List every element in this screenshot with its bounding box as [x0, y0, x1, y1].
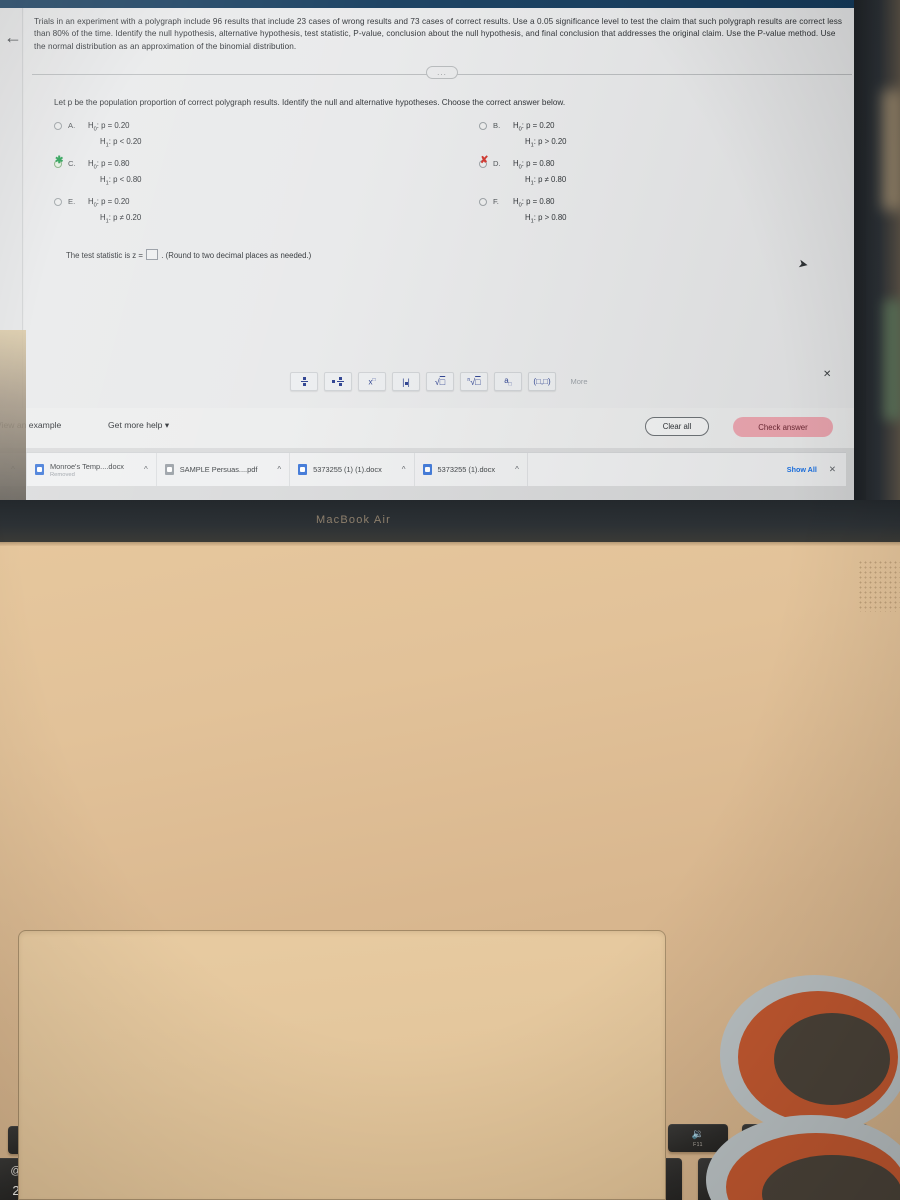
download-menu-chevron-icon[interactable]: ^ — [402, 465, 406, 474]
download-item[interactable]: SAMPLE Persuas....pdf ^ — [155, 453, 289, 486]
option-b[interactable]: B. H0: p = 0.20 H1: p > 0.20 — [479, 120, 729, 149]
screenshot-root: ← Trials in an experiment with a polygra… — [0, 0, 900, 1200]
back-arrow-icon[interactable]: ← — [3, 26, 23, 48]
sticker-blob-inner — [774, 1013, 890, 1105]
test-statistic-row: The test statistic is z = . (Round to tw… — [66, 249, 311, 260]
option-e[interactable]: E. H0: p = 0.20 H1: p ≠ 0.20 — [54, 196, 304, 225]
wrong-answer-x-icon: ✘ — [480, 155, 489, 166]
option-f-letter: F. — [493, 197, 499, 206]
trackpad[interactable] — [18, 930, 666, 1200]
downloads-bar: ^ Monroe's Temp....docx Removed ^ SAMPLE… — [0, 452, 846, 486]
option-d-letter: D. — [493, 159, 501, 168]
doc-icon — [35, 464, 44, 475]
desk-sticker — [700, 965, 900, 1200]
download-item[interactable]: Monroe's Temp....docx Removed ^ — [26, 453, 156, 486]
download-menu-chevron-icon[interactable]: ^ — [277, 465, 281, 474]
square-root-button[interactable]: √□ — [426, 372, 454, 391]
option-b-letter: B. — [493, 121, 501, 130]
exponent-button[interactable]: x□ — [358, 372, 386, 391]
download-file-name: 5373255 (1) (1).docx — [313, 465, 382, 474]
page-content: Trials in an experiment with a polygraph… — [24, 8, 854, 408]
option-e-letter: E. — [68, 197, 76, 206]
divider-ellipsis[interactable]: ... — [426, 66, 458, 79]
test-statistic-input[interactable] — [146, 249, 159, 260]
download-item[interactable]: 5373255 (1).docx ^ — [413, 453, 527, 486]
option-f-line2: H1: p > 0.80 — [525, 213, 567, 225]
option-a-radio[interactable] — [54, 122, 62, 130]
pdf-icon — [164, 464, 174, 475]
macbook-air-label: MacBook Air — [316, 514, 391, 526]
test-statistic-hint: . (Round to two decimal places as needed… — [161, 251, 312, 260]
option-f-radio[interactable] — [479, 198, 487, 206]
download-menu-chevron-icon[interactable]: ^ — [515, 465, 519, 474]
option-a-letter: A. — [68, 121, 76, 130]
question-text: Trials in an experiment with a polygraph… — [34, 17, 843, 51]
option-c[interactable]: ✱ C. H0: p = 0.80 H1: p < 0.80 — [54, 155, 304, 187]
option-c-letter: C. — [68, 159, 76, 168]
correct-answer-star-icon: ✱ — [55, 155, 64, 166]
screen-bezel-bottom — [0, 500, 900, 542]
check-answer-button[interactable]: Check answer — [733, 417, 833, 437]
math-symbol-toolbar: x□ | | √□ n√□ a□ (□,□) More — [290, 372, 596, 391]
download-file-name: Monroe's Temp....docx — [50, 461, 124, 471]
close-question-icon[interactable]: ✕ — [823, 369, 831, 380]
clear-all-button[interactable]: Clear all — [645, 417, 709, 436]
browser-top-bar — [0, 0, 866, 8]
action-row: View an example Get more help ▾ Clear al… — [0, 408, 866, 448]
doc-icon — [298, 464, 308, 475]
get-more-help-link[interactable]: Get more help ▾ — [108, 420, 169, 431]
option-b-line2: H1: p > 0.20 — [525, 137, 567, 149]
option-e-radio[interactable] — [54, 198, 62, 206]
option-d-line2: H1: p ≠ 0.80 — [525, 175, 567, 187]
close-downloads-bar-icon[interactable]: ✕ — [829, 464, 836, 475]
keyboard: ☀F2 ⊞F3 ⌕F4 🎙F5 ☾F6 ◁◁F7 ▷||F8 ▷▷F9 🔇F10… — [0, 558, 900, 1200]
background-left-strip — [0, 330, 26, 505]
answer-prompt: Let p be the population proportion of co… — [54, 98, 566, 107]
option-c-line2: H1: p < 0.80 — [100, 175, 142, 187]
test-statistic-label: The test statistic is z = — [66, 251, 143, 260]
download-status: Removed — [50, 471, 75, 478]
option-b-line1: H0: p = 0.20 — [513, 121, 555, 133]
background-blur-green — [884, 300, 900, 420]
fraction-button[interactable] — [290, 372, 318, 391]
option-e-line1: H0: p = 0.20 — [88, 197, 130, 209]
option-a-line1: H0: p = 0.20 — [88, 121, 130, 133]
absolute-value-button[interactable]: | | — [392, 372, 420, 391]
download-file-name: SAMPLE Persuas....pdf — [179, 465, 258, 474]
option-e-line2: H1: p ≠ 0.20 — [100, 213, 142, 225]
courseware-page: ← Trials in an experiment with a polygra… — [0, 8, 866, 408]
option-d[interactable]: ✘ D. H0: p = 0.80 H1: p ≠ 0.80 — [479, 155, 729, 187]
section-divider: ... — [32, 66, 852, 82]
download-item[interactable]: 5373255 (1) (1).docx ^ — [289, 453, 413, 486]
background-blur-warm — [882, 90, 900, 210]
nth-root-button[interactable]: n√□ — [460, 372, 488, 391]
show-all-downloads-link[interactable]: Show All — [787, 465, 817, 474]
answer-options: A. H0: p = 0.20 H1: p < 0.20 B. H0: p = … — [54, 120, 844, 230]
option-b-radio[interactable] — [479, 122, 487, 130]
option-f-line1: H0: p = 0.80 — [513, 197, 555, 209]
mixed-number-button[interactable] — [324, 372, 352, 391]
more-symbols-button[interactable]: More — [562, 372, 596, 391]
doc-icon — [422, 464, 432, 475]
option-d-line1: H0: p = 0.80 — [513, 159, 555, 171]
option-a-line2: H1: p < 0.20 — [100, 137, 142, 149]
laptop-screen: ← Trials in an experiment with a polygra… — [0, 0, 866, 500]
screen-bezel-right — [854, 0, 900, 508]
option-a[interactable]: A. H0: p = 0.20 H1: p < 0.20 — [54, 120, 304, 149]
download-file-name: 5373255 (1).docx — [437, 465, 496, 474]
interval-button[interactable]: (□,□) — [528, 372, 556, 391]
option-c-line1: H0: p = 0.80 — [88, 159, 130, 171]
subscript-button[interactable]: a□ — [494, 372, 522, 391]
downloads-spacer — [526, 453, 787, 486]
download-menu-chevron-icon[interactable]: ^ — [144, 465, 148, 474]
mouse-cursor-icon: ➤ — [796, 256, 810, 272]
option-f[interactable]: F. H0: p = 0.80 H1: p > 0.80 — [479, 196, 729, 225]
